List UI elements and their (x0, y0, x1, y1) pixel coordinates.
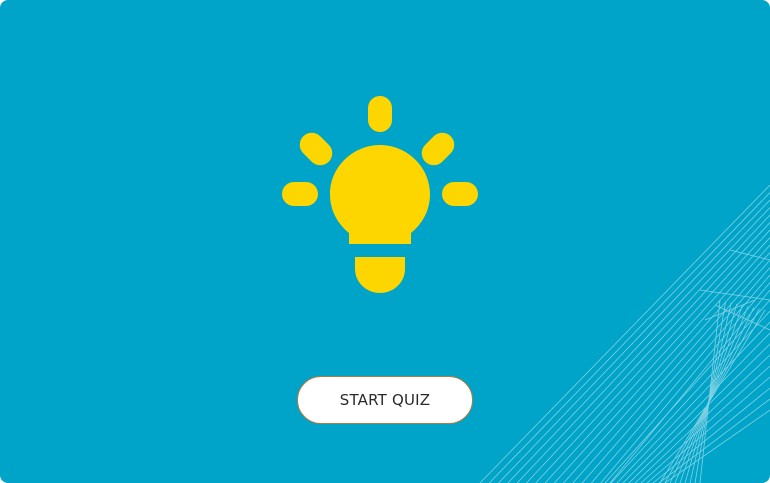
bulb-glass (330, 145, 430, 244)
lightbulb-icon (282, 96, 478, 293)
bulb-ray-left (282, 182, 318, 206)
background-line (591, 274, 770, 483)
background-line (609, 289, 770, 483)
background-line (526, 222, 770, 483)
background-line (622, 332, 770, 483)
background-line (669, 307, 755, 483)
background-line (679, 304, 743, 483)
background-line (628, 343, 770, 483)
background-line (729, 249, 770, 261)
background-line (553, 244, 770, 483)
background-line (652, 387, 770, 483)
background-line (610, 310, 770, 483)
background-line (498, 199, 770, 483)
background-line (689, 302, 732, 483)
background-line (600, 282, 770, 483)
background-line (659, 309, 766, 483)
background-line (664, 308, 760, 483)
background-line (646, 376, 770, 483)
bulb-ray-top-left (299, 132, 333, 166)
bulb-ray-top-right (421, 132, 455, 166)
background-line (604, 299, 770, 483)
background-line (684, 303, 738, 483)
background-line (535, 229, 770, 483)
background-line (516, 214, 770, 483)
quiz-intro-card: START QUIZ (0, 0, 770, 483)
background-line (544, 237, 770, 483)
background-line (704, 299, 756, 321)
background-line (664, 409, 770, 483)
background-line (674, 306, 749, 483)
background-line (563, 252, 770, 483)
background-line (694, 301, 727, 483)
background-line (507, 207, 770, 483)
bulb-ray-top (368, 96, 392, 132)
background-line (699, 299, 721, 483)
background-line (488, 192, 770, 483)
bulb-ray-right (442, 182, 478, 206)
background-line (658, 398, 770, 483)
start-quiz-button[interactable]: START QUIZ (297, 376, 473, 424)
background-line (634, 354, 770, 483)
background-line (581, 267, 770, 483)
background-line (699, 289, 770, 301)
background-line (616, 321, 770, 483)
background-line (479, 184, 770, 483)
background-line (572, 259, 770, 483)
background-line (640, 365, 770, 483)
bulb-base (355, 257, 405, 293)
background-line (714, 304, 770, 331)
